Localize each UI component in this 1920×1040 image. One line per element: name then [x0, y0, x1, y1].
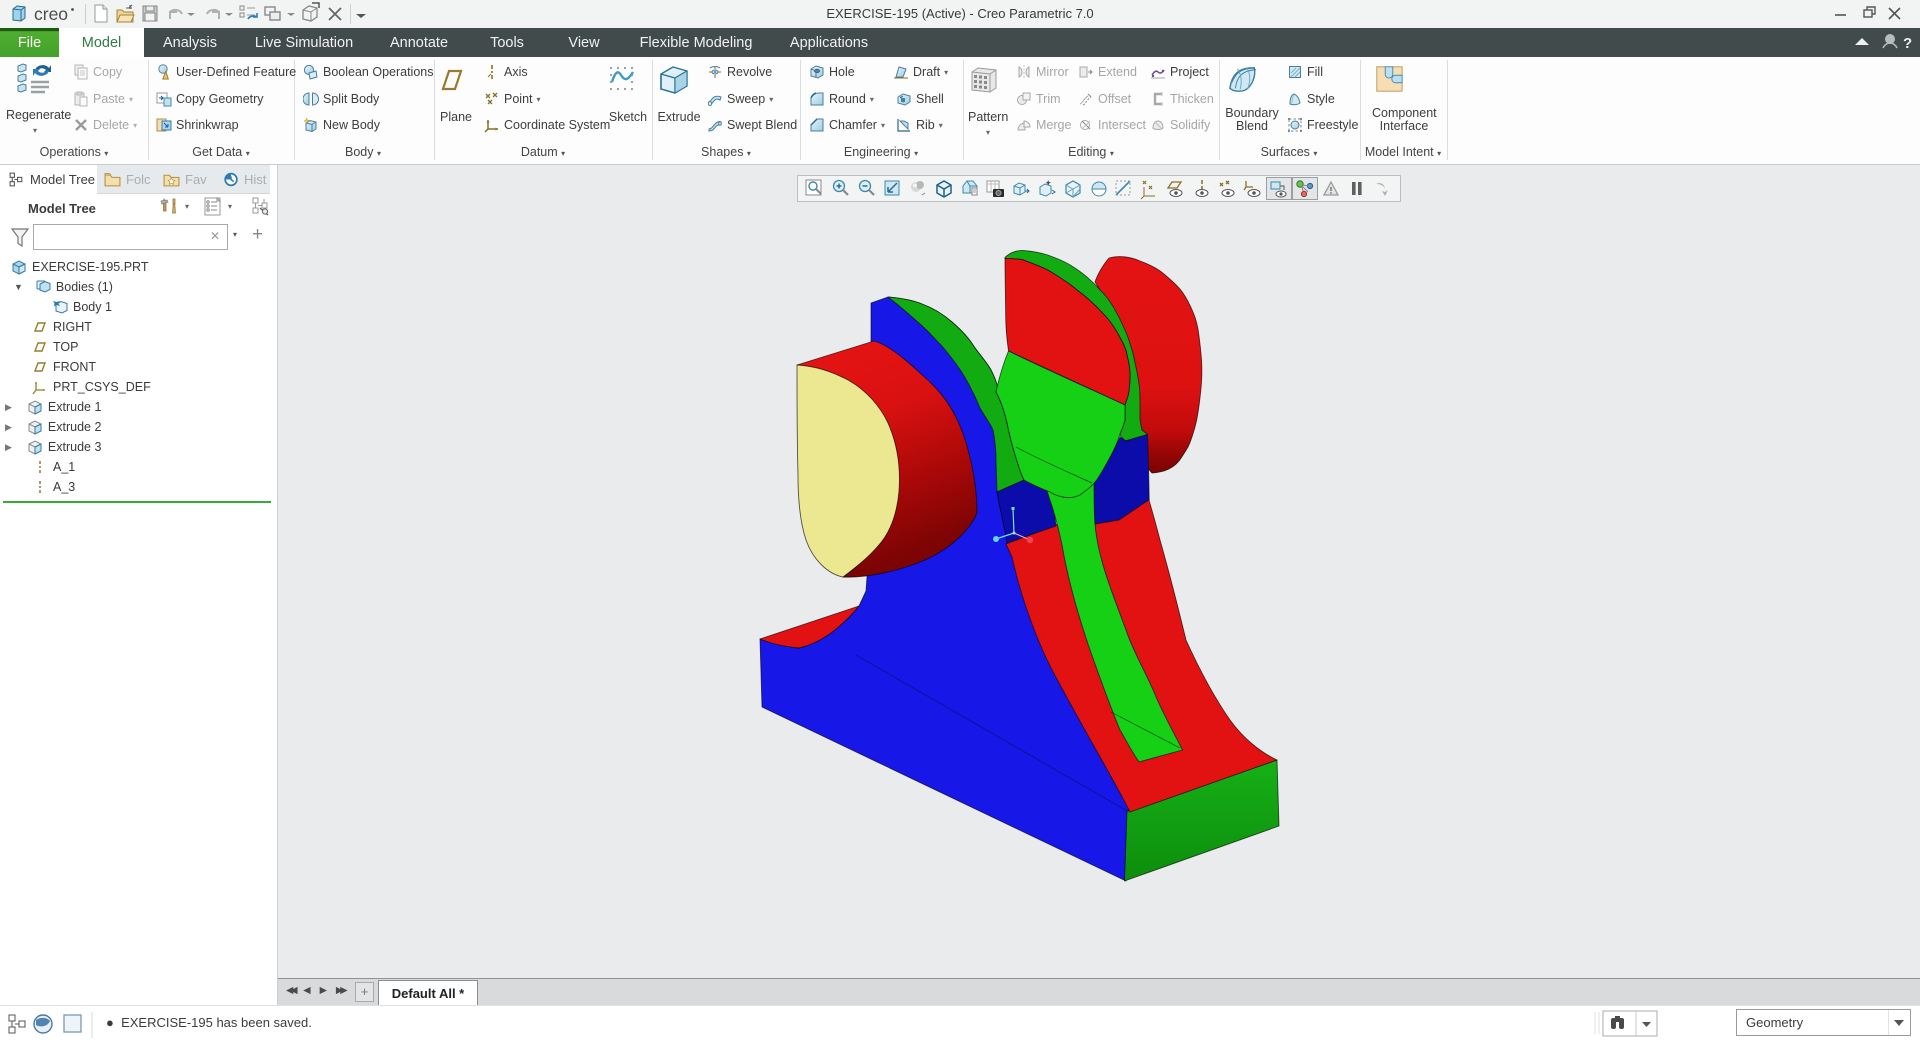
- svg-text:?: ?: [1903, 35, 1912, 52]
- svg-text:creo: creo: [34, 4, 68, 24]
